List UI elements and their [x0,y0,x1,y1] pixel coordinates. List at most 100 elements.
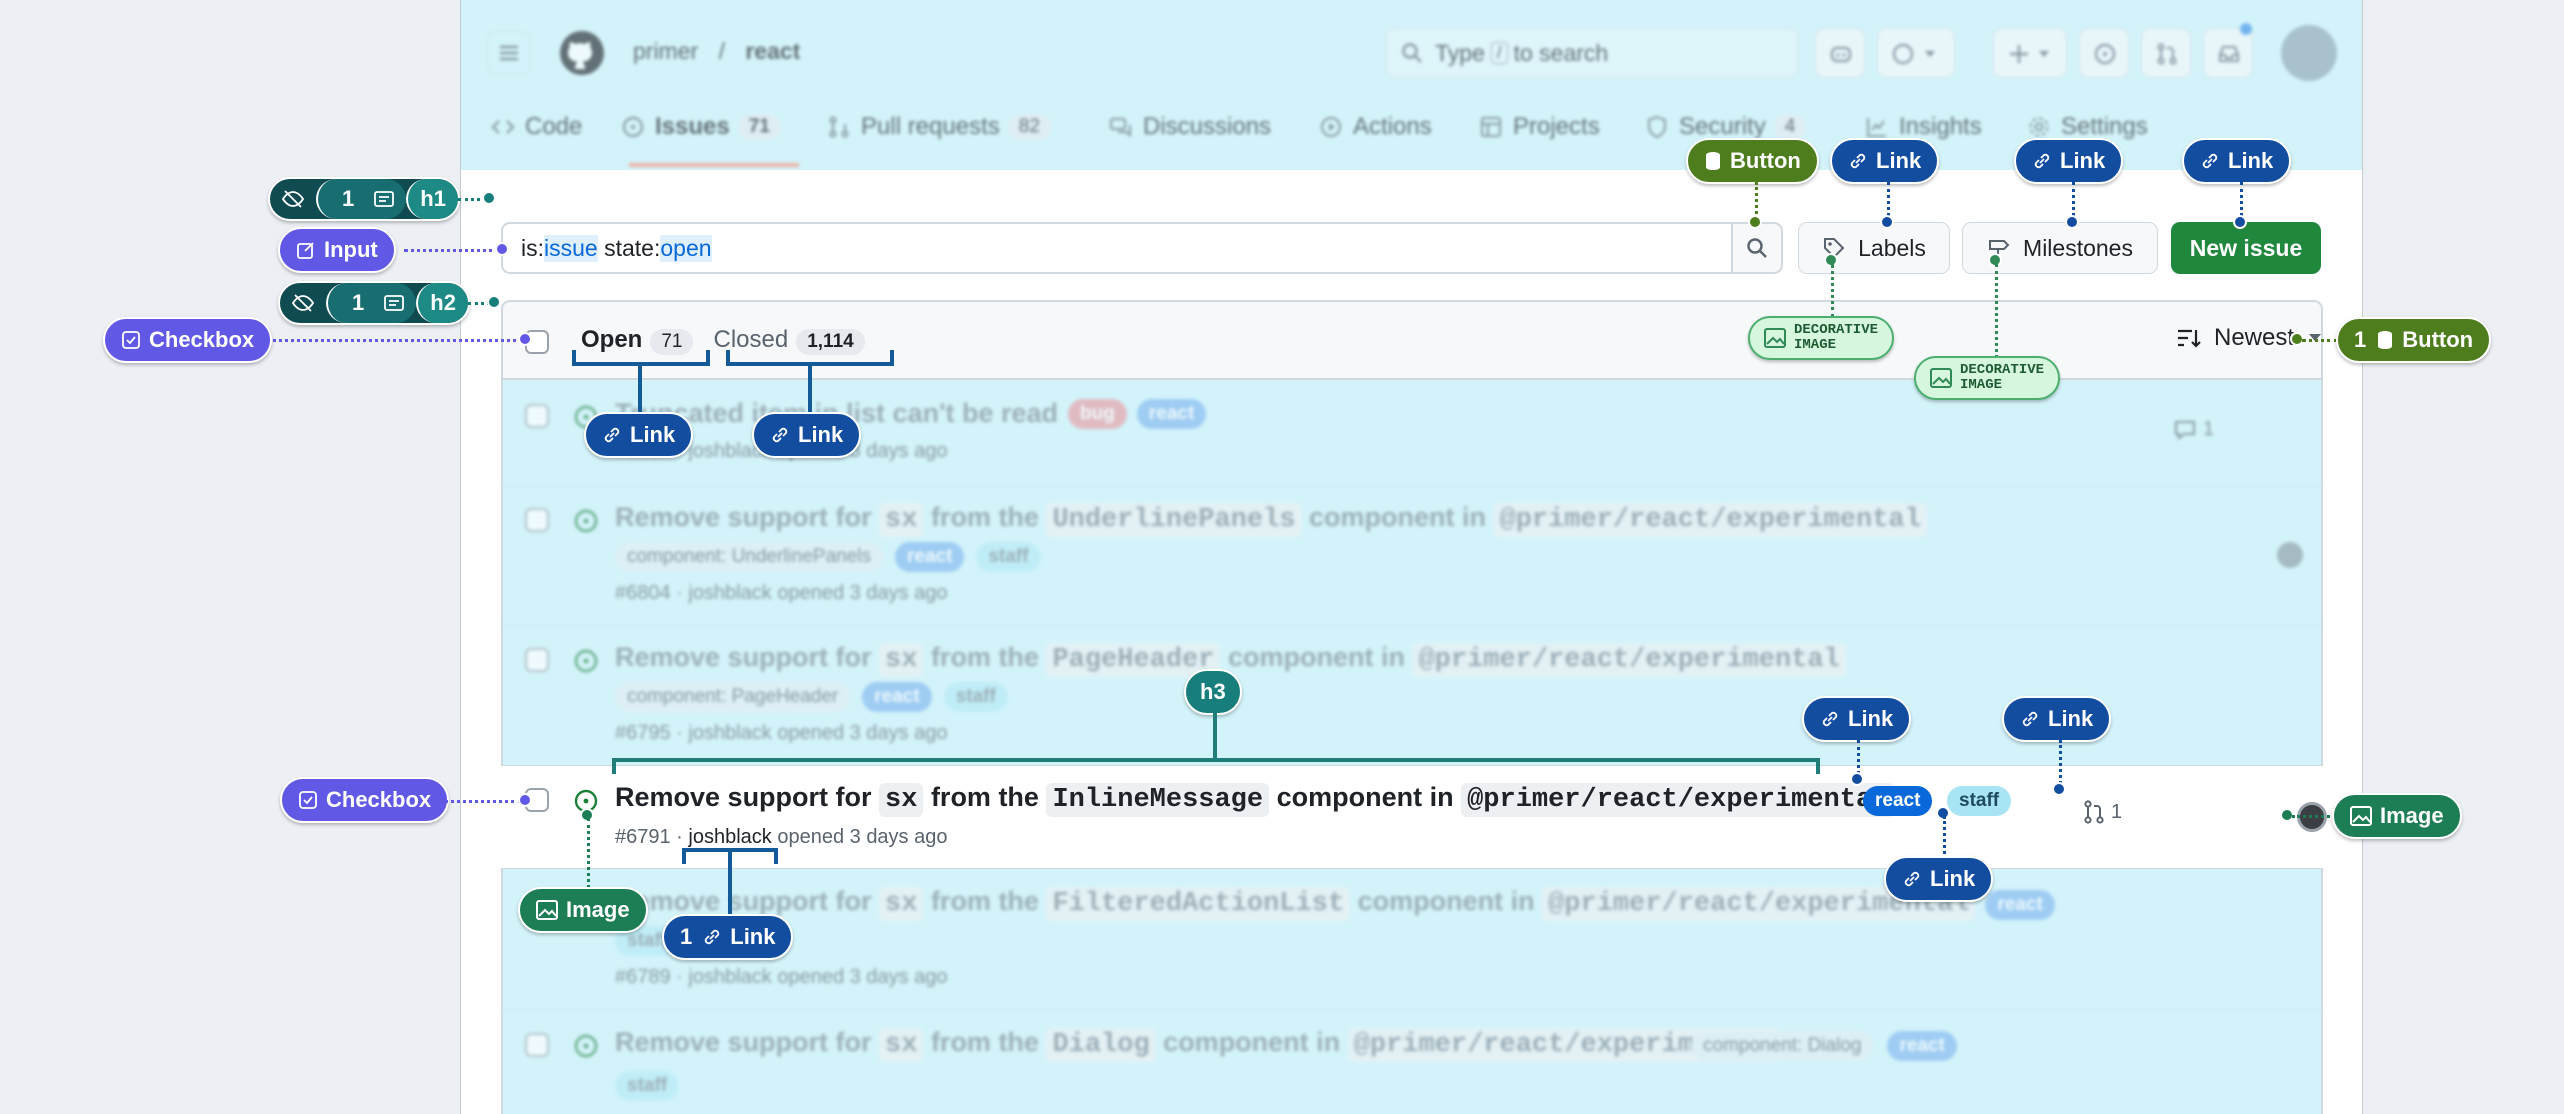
label-react[interactable]: react [1887,1031,1957,1061]
tab-projects[interactable]: Projects [1479,113,1645,141]
tab-discussions[interactable]: Discussions [1109,113,1319,141]
issues-shortcut-button[interactable] [2079,28,2129,78]
issue-checkbox[interactable] [525,404,549,428]
menu-button[interactable] [487,31,531,75]
tab-pull-requests[interactable]: Pull requests 82 [827,113,1109,141]
title-code: @primer/react/experimental [1412,643,1846,677]
issue-title-link[interactable]: Remove support for sx from the PageHeade… [615,642,1846,677]
issue-checkbox[interactable] [525,648,549,672]
issue-author-link[interactable]: joshblack [688,826,771,848]
labels-button[interactable]: Labels [1798,222,1950,274]
annotation-count: 1 [342,186,355,211]
label-staff[interactable]: staff [976,542,1041,572]
tab-security-label: Security [1679,113,1766,140]
issue-number: #6791 · [615,826,689,848]
label-react[interactable]: react [1863,786,1933,816]
milestones-button-label: Milestones [2023,234,2133,261]
github-logo-icon[interactable] [558,29,606,82]
label-bug[interactable]: bug [1068,398,1127,429]
tab-issues-count: 71 [737,114,781,140]
tab-security[interactable]: Security 4 [1645,113,1865,141]
sort-label: Newest [2214,324,2295,351]
tab-projects-label: Projects [1513,113,1600,140]
tab-insights-label: Insights [1899,113,1982,140]
copilot-button[interactable] [1815,28,1865,78]
tab-actions[interactable]: Actions [1319,113,1479,141]
assignee-avatar[interactable] [2277,542,2303,568]
label-staff[interactable]: staff [615,1071,680,1101]
annotation-label: Checkbox [326,787,432,812]
repo-owner-link[interactable]: primer [633,38,698,64]
label-react[interactable]: react [862,682,932,712]
git-pull-request-icon [2155,42,2179,66]
create-new-button[interactable] [1993,28,2067,78]
tab-settings[interactable]: Settings [2027,113,2177,141]
git-pull-request-icon [827,115,851,139]
issue-labels: component: UnderlinePanels react staff [615,542,1041,572]
play-icon [1319,115,1343,139]
tab-insights[interactable]: Insights [1865,113,2027,141]
issues-filter-input[interactable]: is: issue state: open [501,222,1771,274]
open-issues-link[interactable]: Open 71 [581,326,694,355]
label-staff[interactable]: staff [1947,786,2012,816]
pull-requests-shortcut-button[interactable] [2141,28,2191,78]
copilot-menu-button[interactable] [1877,28,1955,78]
search-placeholder-post: to search [1513,39,1609,66]
label-component[interactable]: component: Dialog [1691,1031,1874,1061]
issue-title-link[interactable]: Remove support for sx from the FilteredA… [615,886,2055,921]
title-code: sx [879,887,924,921]
issue-title-link[interactable]: Truncated item in list can't be read [615,398,1058,429]
linked-pr-link[interactable]: 1 [2083,800,2122,824]
assignee-avatar[interactable] [2297,802,2327,832]
label-component[interactable]: component: PageHeader [615,682,851,712]
global-search-input[interactable]: Type / to search [1386,28,1798,78]
title-code: UnderlinePanels [1046,503,1302,537]
label-react[interactable]: react [1136,398,1207,429]
search-icon [1401,42,1423,64]
checkbox-annotation: Checkbox [103,317,273,363]
annotation-label: Checkbox [149,327,255,352]
issue-opened-time: opened 3 days ago [771,826,948,848]
open-count: 71 [650,329,694,355]
label-react[interactable]: react [895,542,965,572]
issue-title-link[interactable]: Remove support for sx from the Dialog co… [615,1027,1781,1062]
header-overlay: primer / react Type / to search Code Iss… [461,0,2362,170]
issue-title-link[interactable]: Remove support for sx from the InlineMes… [615,782,1895,817]
label-component[interactable]: component: UnderlinePanels [615,542,883,572]
issue-title-line: Truncated item in list can't be read bug… [615,398,1207,429]
user-avatar[interactable] [2281,25,2337,81]
issue-checkbox[interactable] [525,788,549,812]
inbox-button[interactable] [2203,23,2253,78]
tab-code[interactable]: Code [491,113,621,141]
table-icon [1479,115,1503,139]
open-closed-switch: Open 71 Closed 1,114 [581,326,865,355]
label-react[interactable]: react [1985,890,2055,920]
issue-checkbox[interactable] [525,1033,549,1057]
label-staff[interactable]: staff [615,926,680,956]
open-label: Open [581,326,643,353]
issue-row: Remove support for sx from the PageHeade… [501,625,2323,765]
comments-link[interactable]: 1 [2173,418,2214,441]
issue-opened-icon [573,404,599,435]
issue-checkbox[interactable] [525,508,549,532]
title-text: component in [1220,642,1413,672]
tab-issues[interactable]: Issues 71 [621,113,827,141]
graph-icon [1865,115,1889,139]
repo-name-link[interactable]: react [745,38,800,64]
title-code: sx [879,783,924,817]
label-staff[interactable]: staff [943,682,1008,712]
inbox-icon [2217,42,2241,66]
sort-button[interactable]: Newest [2176,324,2322,352]
issue-meta: #6795 · joshblack opened 3 days ago [615,722,948,744]
annotation-count: 1 [352,290,365,315]
issue-title-link[interactable]: Remove support for sx from the Underline… [615,502,1927,537]
issue-labels: component: Dialog react [1691,1031,1957,1061]
filter-search-button[interactable] [1731,222,1783,274]
filter-mid: state: [597,234,661,261]
tab-code-label: Code [525,113,583,140]
title-code: sx [879,643,924,677]
new-issue-button[interactable]: New issue [2171,222,2321,274]
milestones-button[interactable]: Milestones [1962,222,2158,274]
closed-issues-link[interactable]: Closed 1,114 [713,326,865,355]
select-all-checkbox[interactable] [525,330,549,354]
